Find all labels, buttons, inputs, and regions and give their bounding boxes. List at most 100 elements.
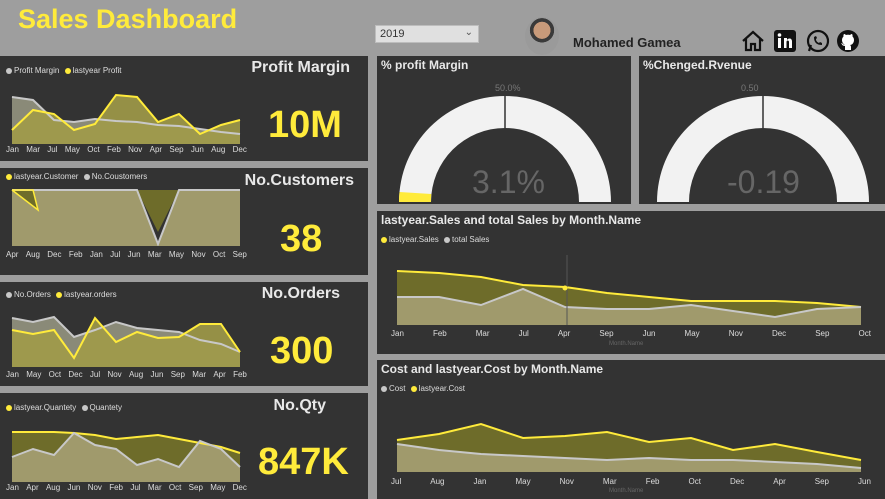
x-tick: Dec — [232, 483, 247, 492]
chart-legend: No.Orders lastyear.orders — [6, 290, 117, 299]
x-tick: Jul — [89, 370, 101, 379]
x-axis-labels: Jan May Oct Dec Jul Nov Aug Jun Sep Mar Apr Feb — [6, 370, 247, 379]
x-tick: Aug — [430, 477, 445, 486]
legend-label: lastyear.Quantety — [14, 403, 77, 412]
legend-dot — [56, 291, 63, 298]
x-tick: Jan — [473, 477, 487, 486]
x-tick: Jan — [89, 250, 103, 259]
x-tick: Apr — [213, 370, 226, 379]
legend-dot — [6, 404, 12, 411]
x-tick: Sep — [170, 370, 185, 379]
year-select[interactable]: 2019 ⌄ — [375, 25, 479, 43]
user-name: Mohamed Gamea — [573, 35, 681, 50]
x-tick: Jul — [110, 250, 121, 259]
x-tick: Jan — [391, 329, 404, 338]
x-tick: Oct — [212, 250, 226, 259]
x-tick: Oct — [87, 145, 100, 154]
x-tick: Jun — [150, 370, 164, 379]
x-tick: Jan — [6, 483, 19, 492]
kpi-title: No.Customers — [244, 172, 354, 189]
legend-dot — [6, 173, 12, 180]
github-icon[interactable] — [836, 29, 860, 53]
kpi-value: 847K — [258, 441, 349, 483]
gauge-target-label: 50.0% — [495, 83, 521, 93]
legend-dot — [410, 385, 417, 392]
x-axis-title: Month.Name — [609, 488, 644, 494]
kpi-title: No.Qty — [273, 397, 326, 414]
x-tick: Mar — [147, 483, 162, 492]
x-tick: Aug — [45, 483, 61, 492]
x-tick: May — [210, 483, 226, 492]
x-tick: Dec — [68, 370, 83, 379]
x-tick: May — [26, 370, 42, 379]
x-tick: Mar — [26, 145, 40, 154]
x-axis-title: Month.Name — [609, 341, 644, 347]
legend-label: Quantety — [89, 403, 122, 412]
chevron-down-icon[interactable]: ⌄ — [465, 27, 473, 38]
legend-dot — [444, 236, 451, 243]
linkedin-icon[interactable] — [773, 29, 797, 53]
gauge-panel-profit-margin: % profit Margin 50.0% 3.1% — [377, 56, 631, 204]
x-tick: Mar — [147, 250, 162, 259]
x-tick: Jul — [130, 483, 141, 492]
x-tick: Mar — [602, 477, 617, 486]
x-tick: Nov — [107, 370, 122, 379]
x-tick: Jun — [67, 483, 81, 492]
x-tick: Oct — [168, 483, 182, 492]
x-tick: Mar — [475, 329, 490, 338]
kpi-value: 300 — [270, 330, 334, 372]
kpi-title: No.Orders — [261, 285, 340, 302]
gauge-title: % profit Margin — [381, 58, 469, 72]
gauge-value: 3.1% — [472, 164, 545, 200]
x-tick: Sep — [188, 483, 203, 492]
x-tick: Dec — [232, 145, 247, 154]
x-tick: Feb — [233, 370, 247, 379]
x-tick: Aug — [211, 145, 226, 154]
legend-label: lastyear.Customer — [14, 172, 79, 181]
kpi-value: 38 — [280, 218, 323, 260]
x-axis-labels: Jan Apr Aug Jun Nov Feb Jul Mar Oct Sep May Dec — [6, 483, 247, 492]
x-tick: Nov — [128, 145, 143, 154]
chart-title: Cost and lastyear.Cost by Month.Name — [381, 362, 604, 376]
x-tick: Jul — [391, 477, 402, 486]
x-tick: Apr — [26, 483, 39, 492]
gauge-panel-revenue-change: %Chenged.Rvenue 0.50 -0.19 — [639, 56, 885, 204]
sales-area-chart — [396, 255, 862, 325]
profit-margin-sparkline — [11, 93, 241, 144]
legend-label: Cost — [389, 384, 406, 393]
x-tick: Nov — [87, 483, 102, 492]
sales-chart-panel: lastyear.Sales and total Sales by Month.… — [377, 211, 885, 354]
chart-title: lastyear.Sales and total Sales by Month.… — [381, 213, 642, 227]
legend-label: No.Orders — [14, 290, 51, 299]
legend-dot — [6, 67, 12, 74]
gauge-title: %Chenged.Rvenue — [643, 58, 752, 72]
orders-sparkline — [11, 315, 241, 367]
x-axis-labels: Jan Mar Jul May Oct Feb Nov Apr Sep Jun Aug Dec — [6, 145, 247, 154]
kpi-panel-profit-margin: Profit Margin lastyear Profit Profit Mar… — [0, 56, 368, 161]
kpi-panel-customers: lastyear.Customer No.Coustomers No.Custo… — [0, 168, 368, 275]
legend-label: lastyear.Cost — [418, 384, 465, 393]
legend-dot — [83, 173, 90, 180]
x-tick: May — [168, 250, 185, 259]
x-tick: Jan — [6, 145, 19, 154]
home-icon[interactable] — [740, 29, 766, 53]
x-tick: May — [64, 145, 80, 154]
x-tick: May — [515, 477, 531, 486]
x-tick: Jul — [518, 329, 529, 338]
chart-legend: lastyear.Sales total Sales — [381, 235, 489, 244]
avatar — [525, 17, 559, 55]
x-axis-labels: Jul Aug Jan May Nov Mar Feb Oct Dec Apr Sep Jun — [391, 477, 871, 486]
gauge-target-label: 0.50 — [741, 83, 759, 93]
x-tick: Sep — [169, 145, 184, 154]
x-tick: Sep — [599, 329, 614, 338]
kpi-panel-orders: No.Orders lastyear.orders No.Orders Jan M… — [0, 282, 368, 386]
x-tick: Oct — [48, 370, 62, 379]
whatsapp-icon[interactable] — [806, 29, 830, 53]
x-tick: Dec — [771, 329, 787, 338]
x-tick: Jul — [47, 145, 58, 154]
legend-label: lastyear Profit — [72, 66, 122, 75]
year-select-value: 2019 — [380, 28, 405, 40]
dashboard-title: Sales Dashboard — [18, 4, 238, 34]
x-tick: Nov — [191, 250, 206, 259]
x-tick: Aug — [25, 250, 40, 259]
